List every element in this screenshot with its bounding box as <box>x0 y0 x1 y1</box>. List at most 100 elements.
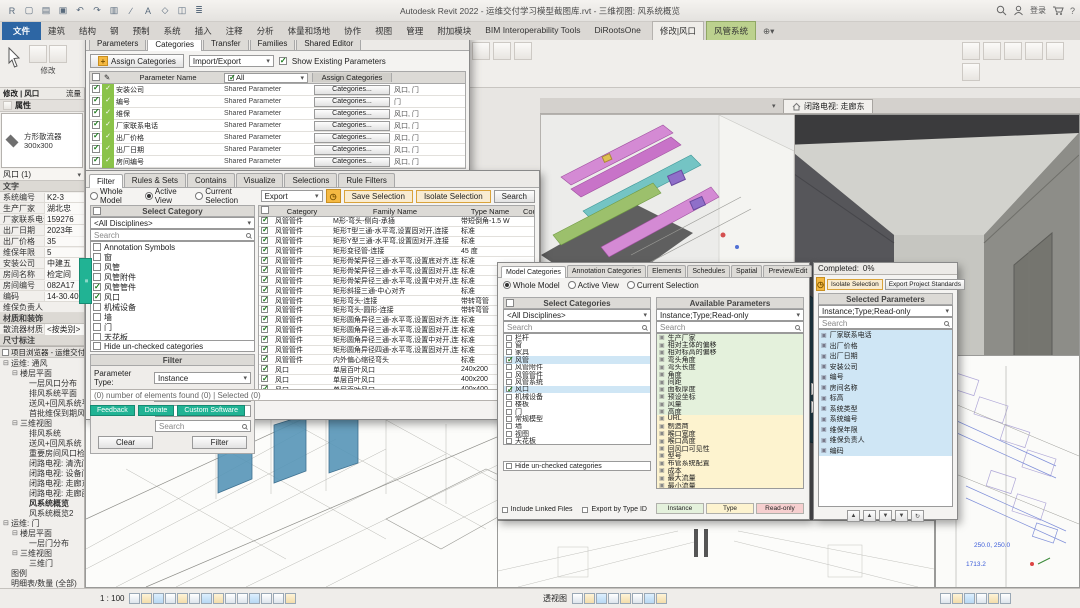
element-checkbox[interactable] <box>261 326 268 333</box>
ribbon-tool-icon[interactable] <box>493 42 511 60</box>
parameter-item[interactable]: ▣ 间距 <box>657 378 803 385</box>
shadows-icon[interactable] <box>620 593 631 604</box>
property-value[interactable]: 082A17 <box>44 281 84 290</box>
ribbon-tool-icon[interactable] <box>983 42 1001 60</box>
browser-tree-item[interactable]: 排风系统平面 <box>0 388 84 398</box>
browser-tree-item[interactable]: 图例 <box>0 568 84 578</box>
parameter-row[interactable]: ✓ 出厂价格 Shared Parameter Categories... 风口… <box>90 132 465 144</box>
element-checkbox[interactable] <box>261 346 268 353</box>
footer-link-button[interactable]: Feedback <box>90 405 135 416</box>
property-value[interactable]: 湖北忠 <box>44 203 84 214</box>
visual-style-icon[interactable] <box>153 593 164 604</box>
categories-button[interactable]: Categories... <box>314 85 390 95</box>
element-checkbox[interactable] <box>261 355 268 362</box>
selected-search-input[interactable]: Search <box>818 317 953 329</box>
temporary-hide-icon[interactable] <box>225 593 236 604</box>
parameter-row[interactable]: ✓ 房间编号 Shared Parameter Categories... 风口… <box>90 156 465 168</box>
parameter-item[interactable]: ▣ 最小流量 <box>657 482 803 489</box>
user-icon[interactable] <box>1013 5 1024 16</box>
ribbon-tool-icon[interactable] <box>1004 42 1022 60</box>
selected-parameter-item[interactable]: ▣ 编号 <box>819 372 952 383</box>
constraints-icon[interactable] <box>273 593 284 604</box>
parameter-item[interactable]: ▣ 风量 <box>657 401 803 408</box>
login-label[interactable]: 登录 <box>1030 5 1046 16</box>
parameter-item[interactable]: ▣ 喉口宽度 <box>657 430 803 437</box>
category-item[interactable]: 机械设备 <box>91 302 254 312</box>
category-checkbox[interactable] <box>506 409 512 415</box>
category-item[interactable]: 风口 <box>504 386 650 393</box>
help-icon[interactable]: ? <box>1070 6 1075 16</box>
category-item[interactable]: 门 <box>91 322 254 332</box>
worksharing-icon[interactable] <box>285 593 296 604</box>
selected-parameter-item[interactable]: ▣ 维保负责人 <box>819 435 952 446</box>
selected-parameter-item[interactable]: ▣ 编码 <box>819 446 952 457</box>
element-checkbox[interactable] <box>261 247 268 254</box>
category-checkbox[interactable] <box>93 273 101 281</box>
category-checkbox[interactable] <box>93 313 101 321</box>
detail-level-icon[interactable] <box>584 593 595 604</box>
history-icon-button[interactable]: ◷ <box>816 277 825 291</box>
search-icon[interactable] <box>996 5 1007 16</box>
hide-unchecked-checkbox[interactable] <box>506 463 512 469</box>
properties-panel-icon[interactable] <box>29 45 47 63</box>
sun-path-icon[interactable] <box>165 593 176 604</box>
save-selection-button[interactable]: Save Selection <box>344 190 413 203</box>
element-checkbox[interactable] <box>261 237 268 244</box>
scope-radio[interactable]: Active View <box>568 281 619 290</box>
category-item[interactable]: 天花板 <box>504 437 650 444</box>
move-up-button[interactable]: ▲ <box>863 510 876 522</box>
element-checkbox[interactable] <box>261 365 268 372</box>
categories-search-input[interactable]: Search <box>503 321 651 333</box>
ribbon-tool-icon[interactable] <box>962 42 980 60</box>
parameter-row[interactable]: ✓ 维保 Shared Parameter Categories... 风口, … <box>90 108 465 120</box>
ribbon-tab[interactable]: 注释 <box>219 22 250 40</box>
crop-view-icon[interactable] <box>572 593 583 604</box>
category-item[interactable]: 墙 <box>91 312 254 322</box>
categories-button[interactable]: Categories... <box>314 97 390 107</box>
view-tab-corridor[interactable]: 闭路电视: 走廊东 <box>783 99 873 113</box>
export-dropdown[interactable]: Export <box>261 190 323 202</box>
category-item[interactable]: 风管附件 <box>91 272 254 282</box>
redo-icon[interactable]: ↷ <box>90 4 104 18</box>
ribbon-tab-file[interactable]: 文件 <box>2 22 41 40</box>
ribbon-tab[interactable]: 体量和场地 <box>281 22 338 40</box>
category-item[interactable]: 风管 <box>504 356 650 363</box>
filter-all-dropdown[interactable]: All <box>224 73 308 83</box>
shadows-icon[interactable] <box>177 593 188 604</box>
property-value[interactable]: K2-3 <box>44 193 84 202</box>
parameter-item[interactable]: ▣ 制造商 <box>657 423 803 430</box>
property-value[interactable]: 35 <box>44 237 84 246</box>
category-item[interactable]: 天花板 <box>91 332 254 341</box>
category-checkbox[interactable] <box>506 342 512 348</box>
browser-tree-item[interactable]: 送风+回风系统 <box>0 438 84 448</box>
property-value[interactable]: 14-30.40.12 <box>44 292 84 301</box>
tab-overflow-icon[interactable]: ⊕▾ <box>756 23 781 40</box>
category-item[interactable]: 风管管件 <box>504 371 650 378</box>
row-checkbox[interactable] <box>92 157 100 165</box>
parameter-item[interactable]: ▣ 喉口高度 <box>657 437 803 444</box>
selected-parameter-item[interactable]: ▣ 标高 <box>819 393 952 404</box>
category-item[interactable]: 机械设备 <box>504 393 650 400</box>
tree-toggle-icon[interactable]: ⊟ <box>12 369 20 377</box>
parameter-type-dropdown[interactable]: Instance <box>154 372 251 384</box>
parameter-row[interactable]: ✓ 厂家联系电话 Shared Parameter Categories... … <box>90 120 465 132</box>
ribbon-tool-icon[interactable] <box>514 42 532 60</box>
parameter-item[interactable]: ▣ 回风口可见性 <box>657 445 803 452</box>
scope-radio[interactable]: Whole Model <box>503 281 560 290</box>
element-checkbox[interactable] <box>261 227 268 234</box>
type-selector[interactable]: 方形散流器 300x300 <box>1 113 83 168</box>
ribbon-tab[interactable]: 附加模块 <box>430 22 478 40</box>
browser-tree-item[interactable]: 排风系统 <box>0 428 84 438</box>
all-categories-checkbox[interactable] <box>93 207 101 215</box>
row-checkbox[interactable] <box>92 97 100 105</box>
category-checkbox[interactable] <box>93 303 101 311</box>
category-item[interactable]: Annotation Symbols <box>91 242 254 252</box>
disciplines-dropdown[interactable]: <All Disciplines> <box>503 309 651 321</box>
ribbon-tab[interactable]: 协作 <box>337 22 368 40</box>
category-item[interactable]: 栏杆 <box>504 334 650 341</box>
property-row[interactable]: 系统编号 K2-3 <box>0 192 84 203</box>
category-checkbox[interactable] <box>93 293 101 301</box>
scope-radio[interactable]: Active View <box>145 187 187 205</box>
selected-parameter-item[interactable]: ▣ 安装公司 <box>819 362 952 373</box>
browser-tree-item[interactable]: 送风+回风系统平面 <box>0 398 84 408</box>
